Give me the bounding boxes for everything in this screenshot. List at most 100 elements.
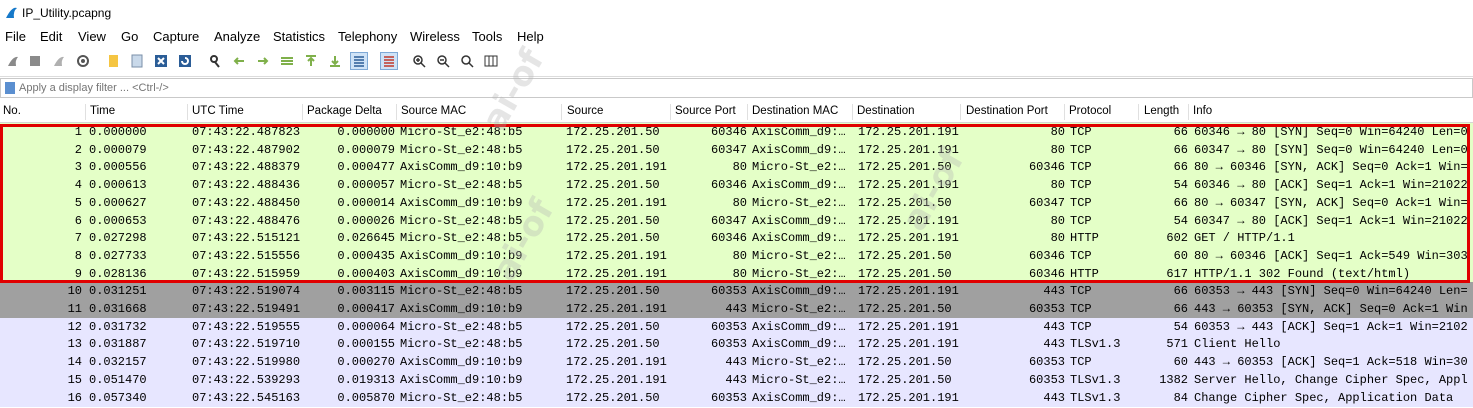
restart-capture-icon[interactable] xyxy=(50,52,68,70)
save-file-icon[interactable] xyxy=(128,52,146,70)
first-packet-icon[interactable] xyxy=(302,52,320,70)
packet-row[interactable]: 16 0.057340 07:43:22.545163 0.005870 Micro-S… xyxy=(0,388,1473,407)
column-header-protocol[interactable]: Protocol xyxy=(1066,105,1111,122)
column-divider[interactable] xyxy=(960,104,961,120)
display-filter-input[interactable] xyxy=(19,80,1459,96)
packet-row[interactable]: 11 0.031668 07:43:22.519491 0.000417 AxisCom… xyxy=(0,300,1473,318)
column-header-source-port[interactable]: Source Port xyxy=(672,105,736,122)
column-divider[interactable] xyxy=(747,104,748,120)
column-divider[interactable] xyxy=(396,104,397,120)
column-divider[interactable] xyxy=(1064,104,1065,120)
menu-telephony[interactable]: Telephony xyxy=(338,29,397,44)
packet-row[interactable]: 2 0.000079 07:43:22.487902 0.000079 Micro-St… xyxy=(0,140,1473,159)
menu-tools[interactable]: Tools xyxy=(472,29,502,44)
column-header-package-delta[interactable]: Package Delta xyxy=(304,105,382,122)
packet-destination-mac: AxisComm_d9:… xyxy=(752,284,846,299)
column-divider[interactable] xyxy=(1188,104,1189,120)
menu-wireless[interactable]: Wireless xyxy=(410,29,460,44)
packet-number: 3 xyxy=(74,160,82,175)
column-header-time[interactable]: Time xyxy=(87,105,115,122)
packet-destination-port: 80 xyxy=(1050,142,1065,157)
packet-row[interactable]: 5 0.000627 07:43:22.488450 0.000014 AxisComm… xyxy=(0,193,1473,212)
auto-scroll-icon[interactable] xyxy=(350,52,368,70)
column-header-destination-port[interactable]: Destination Port xyxy=(963,105,1048,122)
packet-utc-time: 07:43:22.539293 xyxy=(192,372,301,387)
menu-file[interactable]: File xyxy=(5,29,26,44)
stop-capture-icon[interactable] xyxy=(26,52,44,70)
packet-source: 172.25.201.50 xyxy=(566,125,660,139)
resize-columns-icon[interactable] xyxy=(482,52,500,70)
colorize-icon[interactable] xyxy=(380,52,398,70)
normal-size-icon[interactable] xyxy=(458,52,476,70)
go-back-icon[interactable] xyxy=(230,52,248,70)
packet-utc-time: 07:43:22.519491 xyxy=(192,302,301,316)
bookmark-icon[interactable] xyxy=(5,82,15,94)
packet-delta: 0.000477 xyxy=(337,160,395,175)
column-divider[interactable] xyxy=(852,104,853,120)
packet-destination: 172.25.201.50 xyxy=(858,195,952,210)
menu-statistics[interactable]: Statistics xyxy=(273,29,325,44)
packet-row[interactable]: 1 0.000000 07:43:22.487823 0.000000 Micro-St… xyxy=(0,123,1473,141)
menu-help[interactable]: Help xyxy=(517,29,544,44)
packet-delta: 0.000064 xyxy=(337,319,395,334)
column-header-source[interactable]: Source xyxy=(564,105,603,122)
zoom-in-icon[interactable] xyxy=(410,52,428,70)
column-divider[interactable] xyxy=(187,104,188,120)
menu-edit[interactable]: Edit xyxy=(40,29,62,44)
packet-destination-port: 60353 xyxy=(1028,372,1065,387)
column-header-source-mac[interactable]: Source MAC xyxy=(398,105,466,122)
column-header-destination-mac[interactable]: Destination MAC xyxy=(749,105,838,122)
packet-row[interactable]: 12 0.031732 07:43:22.519555 0.000064 Micro-S… xyxy=(0,317,1473,336)
packet-row[interactable]: 4 0.000613 07:43:22.488436 0.000057 Micro-St… xyxy=(0,176,1473,195)
menu-go[interactable]: Go xyxy=(121,29,138,44)
packet-source: 172.25.201.191 xyxy=(566,248,667,263)
packet-source-port: 80 xyxy=(732,266,747,281)
packet-destination-mac: AxisComm_d9:… xyxy=(752,178,846,193)
packet-row[interactable]: 3 0.000556 07:43:22.488379 0.000477 AxisComm… xyxy=(0,158,1473,177)
column-header-length[interactable]: Length xyxy=(1141,105,1179,122)
zoom-out-icon[interactable] xyxy=(434,52,452,70)
find-packet-icon[interactable] xyxy=(206,52,224,70)
last-packet-icon[interactable] xyxy=(326,52,344,70)
packet-row[interactable]: 13 0.031887 07:43:22.519710 0.000155 Micro-S… xyxy=(0,335,1473,354)
menu-view[interactable]: View xyxy=(78,29,106,44)
packet-number: 6 xyxy=(74,213,82,228)
menu-analyze[interactable]: Analyze xyxy=(214,29,260,44)
column-divider[interactable] xyxy=(670,104,671,120)
packet-row[interactable]: 9 0.028136 07:43:22.515959 0.000403 AxisComm… xyxy=(0,264,1473,283)
packet-row[interactable]: 10 0.031251 07:43:22.519074 0.003115 Micro-S… xyxy=(0,282,1473,301)
column-divider[interactable] xyxy=(1138,104,1139,120)
go-forward-icon[interactable] xyxy=(254,52,272,70)
capture-options-icon[interactable] xyxy=(74,52,92,70)
packet-protocol: TCP xyxy=(1070,213,1092,228)
start-capture-icon[interactable] xyxy=(4,52,22,70)
packet-length: 66 xyxy=(1173,125,1188,139)
packet-utc-time: 07:43:22.487902 xyxy=(192,142,301,157)
display-filter-bar xyxy=(0,78,1473,98)
packet-row[interactable]: 15 0.051470 07:43:22.539293 0.019313 AxisCom… xyxy=(0,370,1473,389)
packet-number: 13 xyxy=(67,337,82,352)
packet-destination-mac: AxisComm_d9:… xyxy=(752,125,846,139)
packet-row[interactable]: 6 0.000653 07:43:22.488476 0.000026 Micro-St… xyxy=(0,211,1473,230)
reload-file-icon[interactable] xyxy=(176,52,194,70)
column-divider[interactable] xyxy=(561,104,562,120)
packet-source-port: 443 xyxy=(725,302,747,316)
go-to-packet-icon[interactable] xyxy=(278,52,296,70)
packet-source-mac: AxisComm_d9:10:b9 xyxy=(400,372,523,387)
column-divider[interactable] xyxy=(302,104,303,120)
menu-capture[interactable]: Capture xyxy=(153,29,199,44)
packet-destination: 172.25.201.50 xyxy=(858,248,952,263)
packet-row[interactable]: 7 0.027298 07:43:22.515121 0.026645 Micro-St… xyxy=(0,229,1473,248)
column-header-no[interactable]: No. xyxy=(0,105,21,122)
packet-destination-port: 60353 xyxy=(1028,302,1065,316)
packet-row[interactable]: 8 0.027733 07:43:22.515556 0.000435 AxisComm… xyxy=(0,246,1473,265)
column-header-utc-time[interactable]: UTC Time xyxy=(189,105,244,122)
column-header-info[interactable]: Info xyxy=(1190,105,1212,122)
open-file-icon[interactable] xyxy=(104,52,122,70)
packet-delta: 0.000435 xyxy=(337,248,395,263)
close-file-icon[interactable] xyxy=(152,52,170,70)
packet-number: 11 xyxy=(67,302,82,316)
packet-row[interactable]: 14 0.032157 07:43:22.519980 0.000270 AxisCom… xyxy=(0,353,1473,372)
column-divider[interactable] xyxy=(85,104,86,120)
column-header-destination[interactable]: Destination xyxy=(854,105,915,122)
